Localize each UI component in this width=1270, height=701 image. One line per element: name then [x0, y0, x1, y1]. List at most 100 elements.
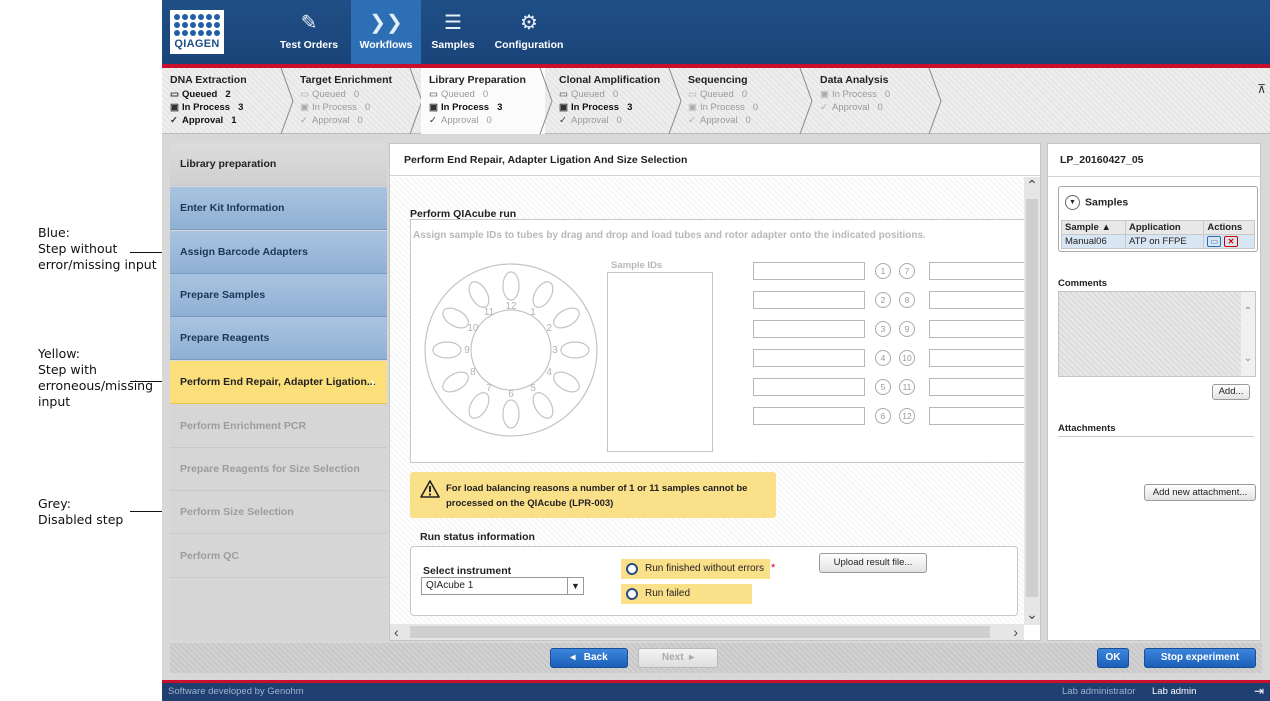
radio-run-failed[interactable]: Run failed: [621, 584, 752, 604]
back-button[interactable]: ◂ Back: [550, 648, 628, 668]
tube-sample-input[interactable]: [753, 378, 865, 396]
samples-panel: ▼ Samples Sample ▲ Application Actions Ma…: [1058, 186, 1258, 252]
column-application: Application: [1124, 220, 1205, 235]
vertical-scrollbar[interactable]: ⌃ ⌄: [1024, 177, 1040, 625]
main-panel: Perform End Repair, Adapter Ligation And…: [389, 143, 1041, 641]
user-role: Lab administrator: [1062, 686, 1136, 697]
annotation-blue: Blue: Step without error/missing input: [38, 225, 157, 272]
sort-asc-icon: ▲: [1101, 222, 1111, 233]
rotor-position-label: 2: [546, 323, 552, 334]
rotor-position-label: 11: [484, 307, 495, 318]
chevrons-icon: ❯❯: [369, 12, 403, 34]
radio-run-finished[interactable]: Run finished without errors: [621, 559, 770, 579]
dropdown-arrow-icon: ▼: [567, 578, 583, 594]
tube-sample-input[interactable]: [753, 262, 865, 280]
tube-sample-input[interactable]: [929, 291, 1024, 309]
tube-position-number: 5: [875, 379, 891, 395]
load-balancing-warning: For load balancing reasons a number of 1…: [410, 472, 776, 518]
tube-sample-input[interactable]: [929, 349, 1024, 367]
rotor-position-label: 9: [464, 345, 470, 356]
run-status-title: Run status information: [420, 531, 535, 543]
tube-sample-input[interactable]: [753, 407, 865, 425]
step-prepare-reagents[interactable]: Prepare Reagents: [170, 317, 387, 360]
in-process-icon: ▣: [300, 102, 309, 113]
queued-icon: ▭: [559, 89, 568, 100]
tube-sample-input[interactable]: [753, 320, 865, 338]
approval-icon: ✓: [300, 115, 308, 126]
approval-icon: ✓: [170, 115, 178, 126]
radio-button: [626, 588, 638, 600]
step-perform-end-repair[interactable]: Perform End Repair, Adapter Ligation... ›: [170, 361, 387, 404]
annotation-yellow: Yellow: Step with erroneous/missing inpu…: [38, 346, 154, 409]
comments-label: Comments: [1058, 278, 1108, 289]
rotor-position-label: 1: [530, 307, 536, 318]
tube-sample-input[interactable]: [929, 320, 1024, 338]
collapse-icon[interactable]: ⊼: [1257, 82, 1266, 96]
in-process-icon: ▣: [820, 89, 829, 100]
in-process-icon: ▣: [559, 102, 568, 113]
nav-tab-configuration[interactable]: ⚙ Configuration: [492, 0, 566, 64]
sample-ids-label: Sample IDs: [611, 260, 663, 271]
tube-position-number: 10: [899, 350, 915, 366]
nav-tab-test-orders[interactable]: ✎ Test Orders: [276, 0, 342, 64]
add-comment-button[interactable]: Add...: [1212, 384, 1250, 400]
rotor-position-label: 4: [546, 367, 552, 378]
nav-tab-samples[interactable]: ☰ Samples: [425, 0, 481, 64]
step-prepare-samples[interactable]: Prepare Samples: [170, 274, 387, 317]
rotor-tube[interactable]: [432, 341, 462, 359]
stage-library-preparation[interactable]: Library Preparation ▭ Queued 0 ▣ In Process…: [421, 68, 545, 134]
annotation-grey: Grey: Disabled step: [38, 496, 124, 527]
column-sample[interactable]: Sample ▲: [1061, 220, 1126, 235]
list-icon: ☰: [444, 12, 462, 34]
upload-result-file-button[interactable]: Upload result file...: [819, 553, 927, 573]
rotor-tube[interactable]: [560, 341, 590, 359]
stage-dna-extraction[interactable]: DNA Extraction ▭ Queued 2 ▣ In Process 3 ✓ Ap…: [162, 68, 286, 134]
sample-ids-list[interactable]: [607, 272, 713, 452]
nav-tab-workflows[interactable]: ❯❯ Workflows: [351, 0, 421, 64]
run-status-panel: Select instrument QIAcube 1 ▼ Run finish…: [410, 546, 1018, 616]
rotor-position-label: 7: [486, 383, 492, 394]
stop-experiment-button[interactable]: Stop experiment: [1144, 648, 1256, 668]
ok-button[interactable]: OK: [1097, 648, 1129, 668]
step-list-header: Library preparation: [170, 143, 387, 186]
tube-sample-input[interactable]: [753, 291, 865, 309]
experiment-id: LP_20160427_05: [1060, 154, 1144, 166]
samples-toggle[interactable]: ▼ Samples: [1065, 195, 1128, 210]
stage-data-analysis[interactable]: Data Analysis ▣ In Process 0 ✓ Approval 0: [812, 68, 936, 134]
rotor-position-label: 12: [505, 301, 517, 312]
in-process-icon: ▣: [688, 102, 697, 113]
tube-sample-input[interactable]: [929, 407, 1024, 425]
logout-icon[interactable]: ⇥: [1254, 684, 1264, 698]
required-mark: *: [771, 562, 776, 574]
step-assign-barcode-adapters[interactable]: Assign Barcode Adapters: [170, 231, 387, 274]
tube-position-number: 7: [899, 263, 915, 279]
footer: Software developed by Genohm Lab adminis…: [162, 680, 1270, 701]
tube-sample-input[interactable]: [929, 378, 1024, 396]
main-title: Perform End Repair, Adapter Ligation And…: [390, 144, 1040, 176]
rotor-position-label: 5: [530, 383, 536, 394]
comment-icon[interactable]: ▭: [1207, 236, 1222, 247]
tube-sample-input[interactable]: [929, 262, 1024, 280]
bottom-action-bar: ◂ Back Next ▸ OK Stop experiment: [170, 643, 1262, 673]
rotor-tube[interactable]: [502, 399, 520, 429]
scroll-up-icon: ⌃: [1026, 177, 1038, 193]
step-prepare-reagents-size-selection: Prepare Reagents for Size Selection: [170, 448, 387, 491]
approval-icon: ✓: [429, 115, 437, 126]
approval-icon: ✓: [688, 115, 696, 126]
queued-icon: ▭: [300, 89, 309, 100]
column-actions: Actions: [1203, 220, 1255, 235]
top-navigation-bar: QIAGEN ✎ Test Orders ❯❯ Workflows ☰ Samp…: [162, 0, 1270, 64]
rotor-tube[interactable]: [502, 271, 520, 301]
stage-target-enrichment[interactable]: Target Enrichment ▭ Queued 0 ▣ In Process 0 …: [292, 68, 416, 134]
step-enter-kit-information[interactable]: Enter Kit Information: [170, 187, 387, 230]
scroll-left-icon: ‹: [394, 624, 399, 640]
tube-sample-input[interactable]: [753, 349, 865, 367]
horizontal-scrollbar[interactable]: ‹ ›: [390, 624, 1024, 640]
comments-box[interactable]: ⌃ ⌄: [1058, 291, 1256, 377]
instrument-select[interactable]: QIAcube 1 ▼: [421, 577, 584, 595]
add-attachment-button[interactable]: Add new attachment...: [1144, 484, 1256, 501]
warning-icon: [420, 480, 440, 498]
stage-sequencing[interactable]: Sequencing ▭ Queued 0 ▣ In Process 0 ✓ Approv…: [680, 68, 804, 134]
stage-clonal-amplification[interactable]: Clonal Amplification ▭ Queued 0 ▣ In Proces…: [551, 68, 675, 134]
delete-icon[interactable]: ✕: [1223, 236, 1238, 247]
